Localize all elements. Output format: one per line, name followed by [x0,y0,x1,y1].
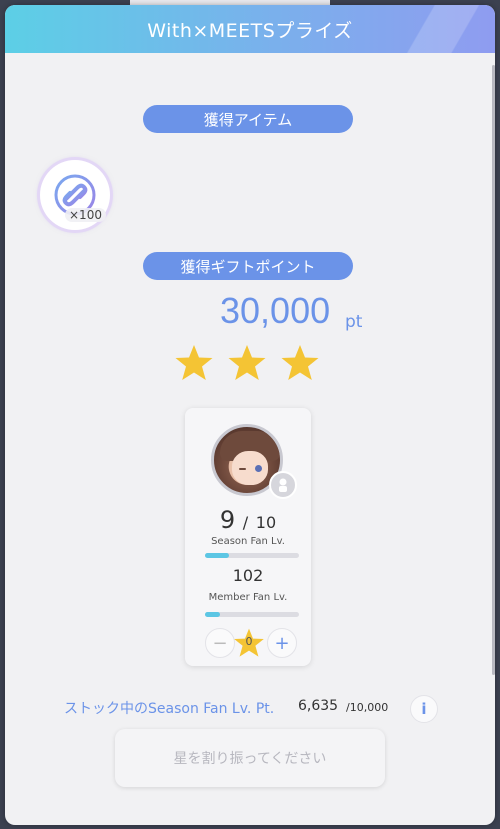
member-card: 9 / 10 Season Fan Lv. 102 Member Fan Lv.… [185,408,311,666]
scrollbar[interactable] [492,65,495,675]
info-button[interactable]: i [410,695,438,723]
stock-max: /10,000 [346,701,389,714]
header-decoration [375,5,495,53]
season-progress-bar [205,553,299,558]
season-progress-fill [205,553,229,558]
season-fan-label: Season Fan Lv. [211,536,285,547]
member-fan-label: Member Fan Lv. [208,592,288,603]
gift-points-value: 30,000 [220,290,331,331]
minus-icon: − [212,632,228,654]
allocated-star-count: 0 [245,635,253,648]
item-count: ×100 [65,208,106,222]
member-progress-fill [205,612,221,617]
season-fan-level: 9 / 10 [185,506,311,534]
figure-badge-icon [279,478,287,492]
avatar-face [232,451,268,485]
acquired-items-heading: 獲得アイテム [143,105,353,133]
season-lv-max: 10 [255,513,277,532]
stock-value: 6,635 [298,698,339,714]
star-icon [175,345,213,380]
stock-row: ストック中のSeason Fan Lv. Pt. 6,635 /10,000 i [5,695,495,723]
member-progress-bar [205,612,299,617]
prize-modal: With×MEETSプライズ 獲得アイテム ×100 獲得ギフトポイント 30,… [5,5,495,825]
member-fan-level: 102 [232,566,264,585]
season-lv-current: 9 [219,506,236,534]
avatar-eye-wink [239,468,246,470]
gift-points-unit: pt [345,312,363,332]
info-icon: i [421,700,427,718]
modal-title: With×MEETSプライズ [147,19,353,42]
plus-icon: + [274,632,290,654]
gift-points-row: 30,000 pt [5,290,495,340]
allocate-stars-button[interactable]: 星を割り振ってください [115,729,385,787]
season-lv-separator: / [242,513,249,532]
gift-points-heading: 獲得ギフトポイント [143,252,353,280]
avatar-eye [255,465,262,472]
allocate-stars-label: 星を割り振ってください [173,751,327,767]
stock-label: ストック中のSeason Fan Lv. Pt. [64,701,275,717]
increase-star-button[interactable]: + [267,628,297,658]
modal-header: With×MEETSプライズ [5,5,495,53]
badge-icon [269,471,297,499]
decrease-star-button[interactable]: − [205,628,235,658]
star-icon [281,345,319,380]
star-icon [228,345,266,380]
